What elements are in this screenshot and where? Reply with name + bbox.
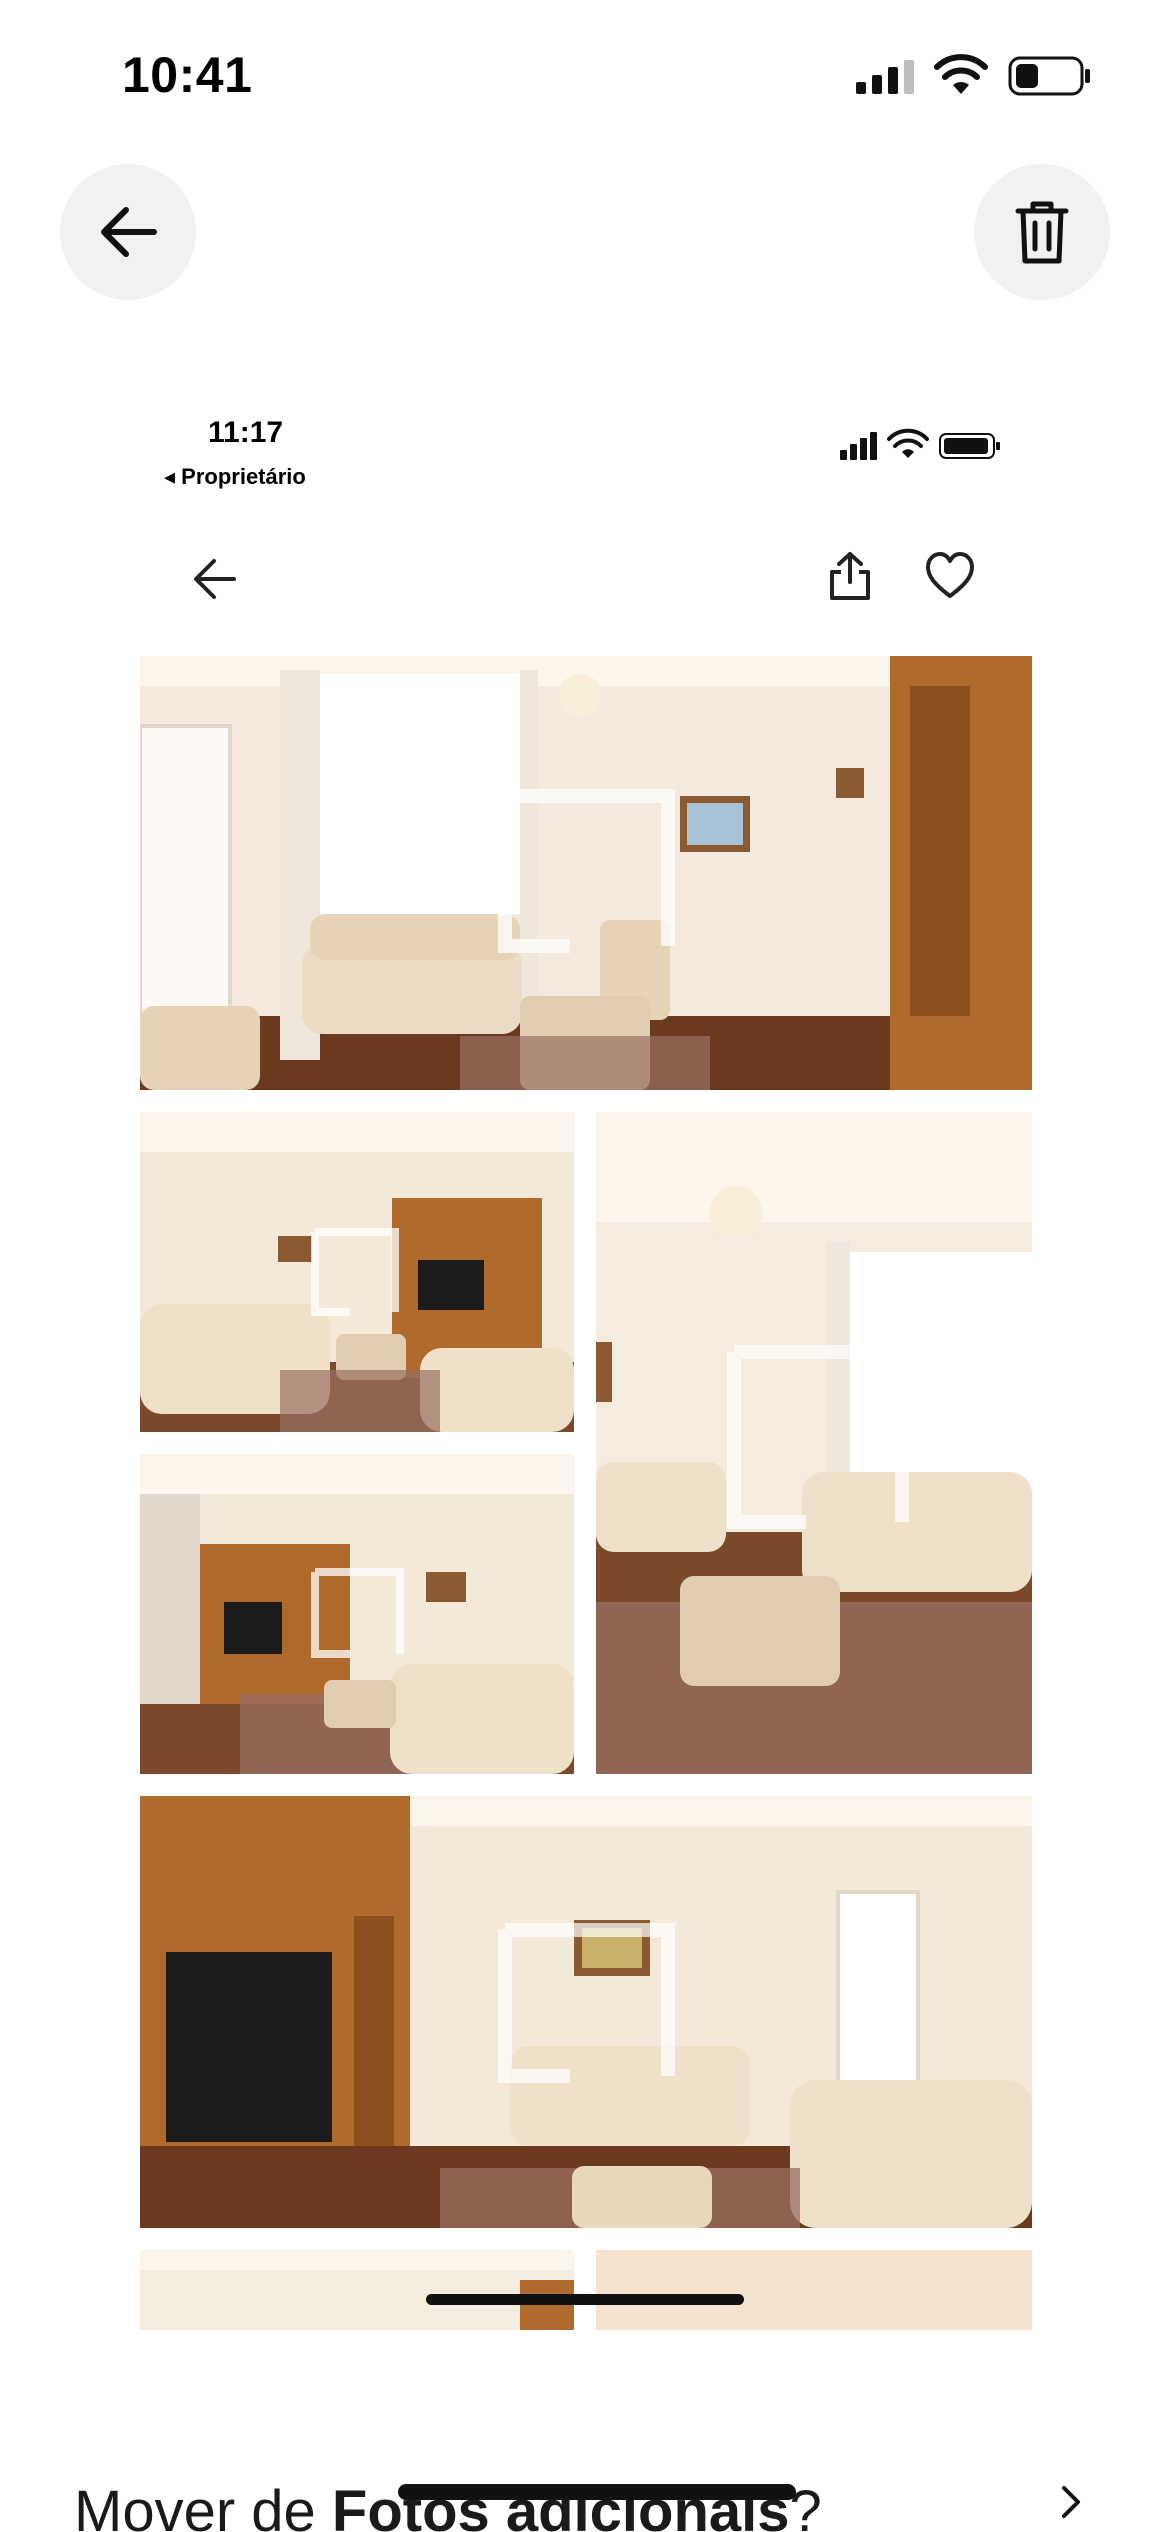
wifi-icon — [887, 428, 929, 458]
back-button[interactable] — [60, 164, 196, 300]
delete-button[interactable] — [974, 164, 1110, 300]
heart-icon[interactable] — [924, 550, 976, 602]
photo-preview[interactable]: 11:17 ◂ Proprietário — [140, 400, 1032, 2330]
inner-status-time: 11:17 — [208, 416, 284, 449]
wifi-icon — [934, 54, 988, 94]
chevron-right-icon[interactable] — [1056, 2482, 1086, 2522]
home-indicator — [426, 2294, 744, 2305]
living-room-photo[interactable] — [596, 2250, 1032, 2330]
living-room-photo[interactable] — [140, 1112, 574, 1432]
battery-icon — [939, 433, 1000, 459]
prompt-prefix: Mover de — [74, 2479, 332, 2532]
inner-status-icons — [840, 428, 1000, 460]
battery-icon — [1008, 56, 1090, 96]
living-room-photo[interactable] — [140, 1454, 574, 1774]
arrow-left-icon[interactable] — [190, 554, 240, 604]
living-room-photo[interactable] — [140, 1796, 1032, 2228]
living-room-photo[interactable] — [596, 1112, 1032, 1774]
living-room-photo[interactable] — [140, 2250, 574, 2330]
living-room-photo[interactable] — [140, 656, 1032, 1090]
status-time: 10:41 — [122, 47, 253, 103]
home-indicator-bar — [398, 2484, 796, 2500]
share-icon[interactable] — [826, 550, 874, 602]
back-to-app-label: ◂ Proprietário — [164, 464, 306, 489]
move-album-row[interactable]: Mover de Fotos adicionais? — [0, 2460, 1170, 2532]
arrow-left-icon — [101, 207, 157, 257]
trash-icon — [1015, 201, 1069, 264]
cellular-signal-icon — [856, 60, 914, 94]
cellular-signal-icon — [840, 432, 877, 460]
status-bar: 10:41 — [0, 0, 1170, 150]
